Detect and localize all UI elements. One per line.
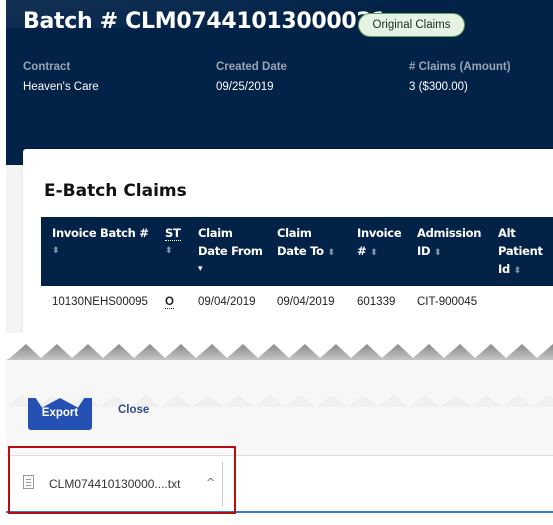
column-label: # bbox=[357, 244, 367, 258]
sort-icon[interactable]: ⬍ bbox=[434, 248, 442, 258]
cell-admission-id: CIT-900045 bbox=[417, 296, 478, 308]
column-header-claim-date-to[interactable]: Claim Date To ⬍ bbox=[277, 224, 335, 262]
column-header-st[interactable]: ST ⬍ bbox=[165, 224, 181, 260]
column-label: ST bbox=[165, 226, 181, 241]
sort-icon[interactable]: ⬍ bbox=[52, 242, 149, 260]
sort-icon[interactable]: ⬍ bbox=[370, 248, 378, 258]
claims-count-label: # Claims (Amount) bbox=[409, 61, 511, 73]
export-button[interactable]: Export bbox=[28, 398, 92, 430]
torn-edge-divider bbox=[0, 333, 553, 363]
contract-label: Contract bbox=[23, 61, 71, 73]
column-label: ID bbox=[417, 244, 431, 258]
column-header-claim-date-from[interactable]: Claim Date From ▾ bbox=[198, 224, 263, 278]
claim-type-badge: Original Claims bbox=[358, 13, 465, 37]
column-label: Invoice Batch # bbox=[52, 226, 149, 240]
cell-status: O bbox=[165, 296, 174, 309]
batch-title: Batch # CLM07441013000021 bbox=[23, 9, 387, 34]
column-header-invoice-batch[interactable]: Invoice Batch # ⬍ bbox=[52, 224, 149, 260]
cell-invoice-batch: 10130NEHS00095 bbox=[52, 296, 148, 308]
download-item-highlight bbox=[8, 446, 236, 514]
card-title: E-Batch Claims bbox=[44, 181, 187, 201]
close-button[interactable]: Close bbox=[118, 404, 149, 416]
column-label: Claim bbox=[277, 226, 312, 240]
column-header-invoice[interactable]: Invoice # ⬍ bbox=[357, 224, 402, 262]
created-date-label: Created Date bbox=[216, 61, 287, 73]
column-label: Claim bbox=[198, 226, 233, 240]
column-label: Patient bbox=[498, 244, 543, 258]
sort-icon[interactable]: ⬍ bbox=[514, 266, 522, 276]
column-label: Date To bbox=[277, 244, 324, 258]
created-date-value: 09/25/2019 bbox=[216, 81, 274, 93]
column-label: Invoice bbox=[357, 226, 402, 240]
cell-claim-date-from: 09/04/2019 bbox=[198, 296, 256, 308]
contract-value: Heaven's Care bbox=[23, 81, 99, 93]
column-header-alt-patient-id[interactable]: Alt Patient Id ⬍ bbox=[498, 224, 543, 280]
column-label: Date From bbox=[198, 244, 263, 258]
sort-descending-icon[interactable]: ▾ bbox=[198, 260, 263, 278]
sort-icon[interactable]: ⬍ bbox=[165, 242, 181, 260]
cell-invoice-number: 601339 bbox=[357, 296, 396, 308]
claims-count-value: 3 ($300.00) bbox=[409, 81, 468, 93]
column-label: Admission bbox=[417, 226, 482, 240]
column-label: Id bbox=[498, 262, 510, 276]
column-header-admission-id[interactable]: Admission ID ⬍ bbox=[417, 224, 481, 262]
column-label: Alt bbox=[498, 226, 516, 240]
sort-icon[interactable]: ⬍ bbox=[327, 248, 335, 258]
left-margin bbox=[0, 0, 6, 525]
cell-claim-date-to: 09/04/2019 bbox=[277, 296, 335, 308]
